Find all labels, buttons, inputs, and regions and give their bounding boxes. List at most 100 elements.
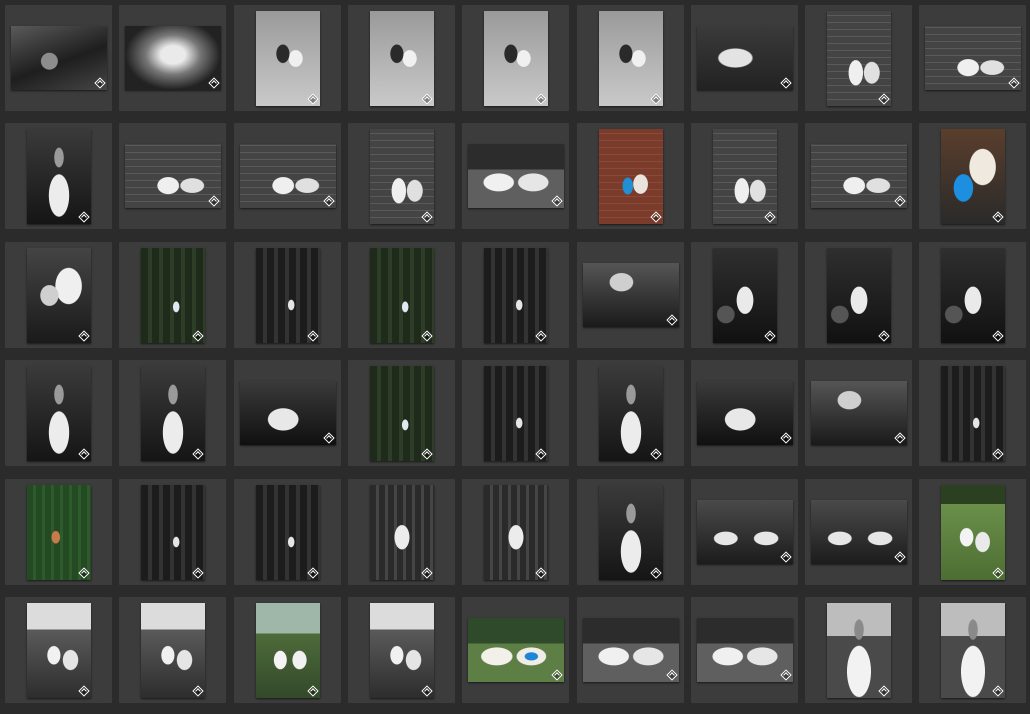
thumbnail-cell[interactable]: [119, 241, 227, 348]
photo-thumbnail[interactable]: [27, 366, 91, 462]
photo-thumbnail[interactable]: [827, 247, 892, 343]
photo-thumbnail[interactable]: [27, 247, 91, 343]
photo-thumbnail[interactable]: [369, 484, 434, 580]
photo-thumbnail[interactable]: [27, 484, 91, 580]
photo-thumbnail[interactable]: [484, 366, 549, 462]
photo-thumbnail[interactable]: [11, 26, 107, 90]
thumbnail-cell[interactable]: [119, 597, 227, 703]
photo-thumbnail[interactable]: [27, 129, 91, 225]
thumbnail-cell[interactable]: [805, 241, 913, 348]
thumbnail-cell[interactable]: [576, 597, 684, 703]
photo-thumbnail[interactable]: [811, 499, 908, 564]
thumbnail-cell[interactable]: [233, 597, 341, 703]
thumbnail-cell[interactable]: [690, 123, 798, 230]
thumbnail-cell[interactable]: [805, 597, 913, 703]
thumbnail-cell[interactable]: [462, 123, 570, 230]
photo-thumbnail[interactable]: [598, 366, 663, 462]
photo-thumbnail[interactable]: [941, 603, 1006, 698]
photo-thumbnail[interactable]: [582, 262, 679, 327]
photo-thumbnail[interactable]: [255, 247, 320, 343]
thumbnail-cell[interactable]: [347, 5, 455, 111]
thumbnail-cell[interactable]: [5, 360, 112, 467]
thumbnail-cell[interactable]: [119, 360, 227, 467]
thumbnail-cell[interactable]: [347, 123, 455, 230]
photo-thumbnail[interactable]: [941, 129, 1006, 225]
photo-thumbnail[interactable]: [255, 603, 320, 698]
thumbnail-cell[interactable]: [347, 478, 455, 585]
thumbnail-cell[interactable]: [119, 123, 227, 230]
thumbnail-cell[interactable]: [462, 5, 570, 111]
photo-thumbnail[interactable]: [941, 484, 1006, 580]
photo-thumbnail[interactable]: [941, 247, 1006, 343]
thumbnail-cell[interactable]: [119, 5, 227, 111]
photo-thumbnail[interactable]: [125, 144, 222, 209]
thumbnail-cell[interactable]: [233, 123, 341, 230]
thumbnail-cell[interactable]: [233, 241, 341, 348]
thumbnail-cell[interactable]: [347, 241, 455, 348]
thumbnail-cell[interactable]: [919, 5, 1027, 111]
thumbnail-cell[interactable]: [690, 597, 798, 703]
photo-thumbnail[interactable]: [369, 129, 434, 225]
photo-thumbnail[interactable]: [696, 381, 793, 446]
photo-thumbnail[interactable]: [255, 484, 320, 580]
photo-thumbnail[interactable]: [941, 366, 1006, 462]
thumbnail-cell[interactable]: [690, 5, 798, 111]
thumbnail-cell[interactable]: [919, 241, 1027, 348]
thumbnail-cell[interactable]: [5, 123, 112, 230]
photo-thumbnail[interactable]: [712, 129, 777, 225]
thumbnail-cell[interactable]: [233, 5, 341, 111]
thumbnail-cell[interactable]: [5, 241, 112, 348]
photo-thumbnail[interactable]: [696, 499, 793, 564]
thumbnail-cell[interactable]: [805, 478, 913, 585]
thumbnail-cell[interactable]: [919, 360, 1027, 467]
photo-thumbnail[interactable]: [598, 129, 663, 225]
photo-thumbnail[interactable]: [582, 618, 679, 682]
photo-thumbnail[interactable]: [255, 11, 320, 106]
thumbnail-cell[interactable]: [233, 478, 341, 585]
thumbnail-cell[interactable]: [5, 478, 112, 585]
thumbnail-cell[interactable]: [5, 5, 112, 111]
thumbnail-cell[interactable]: [690, 241, 798, 348]
photo-thumbnail[interactable]: [712, 247, 777, 343]
photo-thumbnail[interactable]: [484, 247, 549, 343]
thumbnail-cell[interactable]: [690, 478, 798, 585]
thumbnail-cell[interactable]: [347, 360, 455, 467]
photo-thumbnail[interactable]: [369, 247, 434, 343]
thumbnail-cell[interactable]: [576, 5, 684, 111]
photo-thumbnail[interactable]: [27, 603, 91, 698]
photo-thumbnail[interactable]: [369, 11, 434, 106]
photo-thumbnail[interactable]: [468, 144, 565, 209]
thumbnail-cell[interactable]: [690, 360, 798, 467]
photo-thumbnail[interactable]: [141, 603, 206, 698]
thumbnail-cell[interactable]: [5, 597, 112, 703]
photo-thumbnail[interactable]: [369, 366, 434, 462]
thumbnail-cell[interactable]: [576, 241, 684, 348]
photo-thumbnail[interactable]: [141, 366, 206, 462]
thumbnail-cell[interactable]: [119, 478, 227, 585]
thumbnail-cell[interactable]: [462, 478, 570, 585]
photo-thumbnail[interactable]: [811, 381, 908, 446]
photo-thumbnail[interactable]: [369, 603, 434, 698]
photo-thumbnail[interactable]: [239, 381, 336, 446]
thumbnail-cell[interactable]: [805, 123, 913, 230]
thumbnail-cell[interactable]: [462, 241, 570, 348]
photo-thumbnail[interactable]: [239, 144, 336, 209]
thumbnail-cell[interactable]: [347, 597, 455, 703]
photo-thumbnail[interactable]: [696, 618, 793, 682]
thumbnail-cell[interactable]: [919, 478, 1027, 585]
photo-thumbnail[interactable]: [598, 484, 663, 580]
photo-thumbnail[interactable]: [598, 11, 663, 106]
thumbnail-cell[interactable]: [919, 123, 1027, 230]
photo-thumbnail[interactable]: [141, 484, 206, 580]
photo-thumbnail[interactable]: [827, 603, 892, 698]
thumbnail-cell[interactable]: [462, 597, 570, 703]
photo-thumbnail[interactable]: [925, 26, 1022, 90]
photo-thumbnail[interactable]: [484, 11, 549, 106]
thumbnail-cell[interactable]: [805, 360, 913, 467]
photo-thumbnail[interactable]: [696, 26, 793, 90]
thumbnail-cell[interactable]: [576, 478, 684, 585]
photo-thumbnail[interactable]: [827, 11, 892, 106]
thumbnail-cell[interactable]: [462, 360, 570, 467]
thumbnail-cell[interactable]: [576, 123, 684, 230]
photo-thumbnail[interactable]: [811, 144, 908, 209]
